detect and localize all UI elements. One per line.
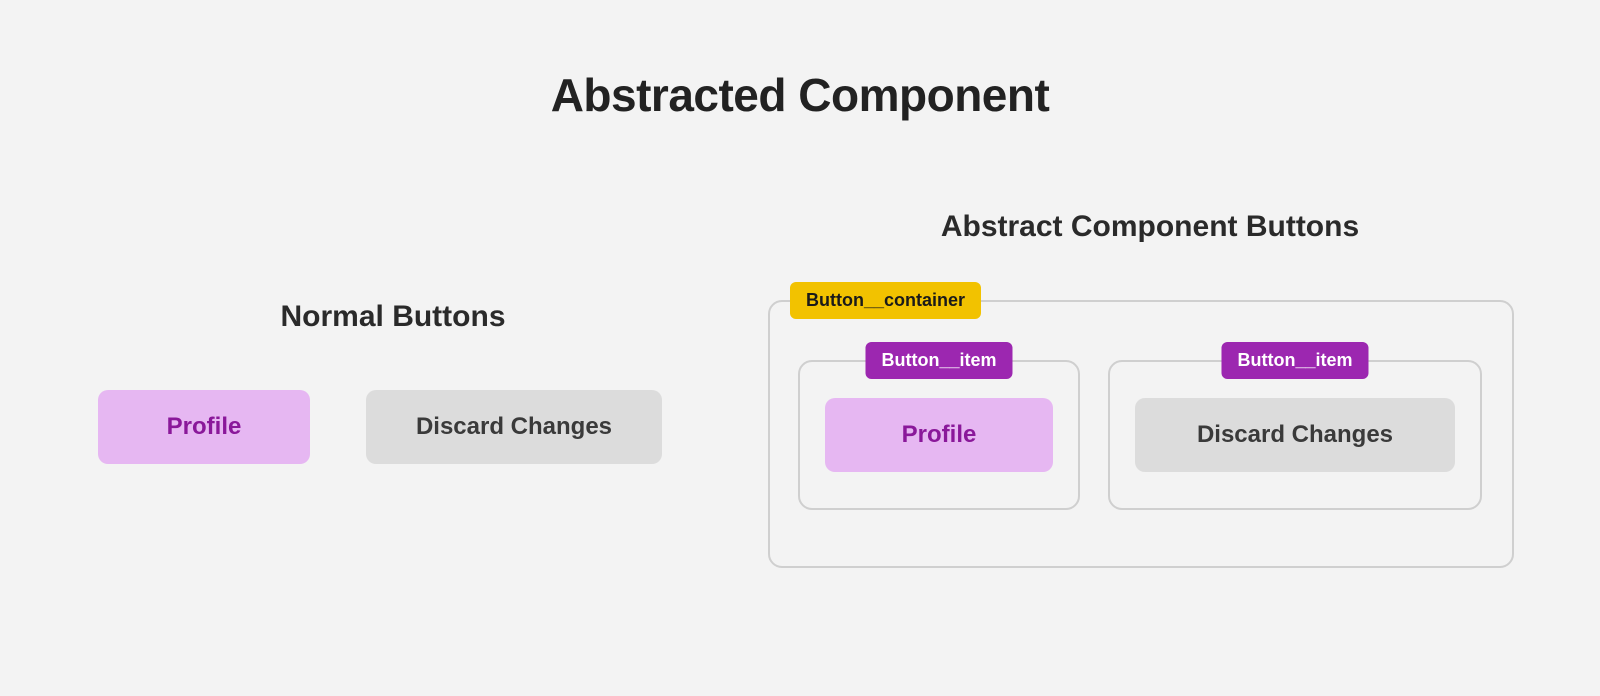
abstract-buttons-heading: Abstract Component Buttons [768,210,1532,244]
normal-buttons-heading: Normal Buttons [98,300,688,334]
abstract-buttons-panel: Abstract Component Buttons Button__conta… [768,210,1532,568]
button-item-box: Button__item Discard Changes [1108,360,1482,510]
profile-button[interactable]: Profile [98,390,310,464]
discard-changes-button[interactable]: Discard Changes [1135,398,1455,472]
button-item-label: Button__item [1221,342,1368,379]
normal-buttons-panel: Normal Buttons Profile Discard Changes [98,300,688,464]
normal-buttons-row: Profile Discard Changes [98,390,688,464]
discard-changes-button[interactable]: Discard Changes [366,390,662,464]
button-container-label: Button__container [790,282,981,319]
profile-button[interactable]: Profile [825,398,1053,472]
button-item-label: Button__item [865,342,1012,379]
button-container-box: Button__container Button__item Profile B… [768,300,1514,568]
button-item-box: Button__item Profile [798,360,1080,510]
page-title: Abstracted Component [0,68,1600,122]
